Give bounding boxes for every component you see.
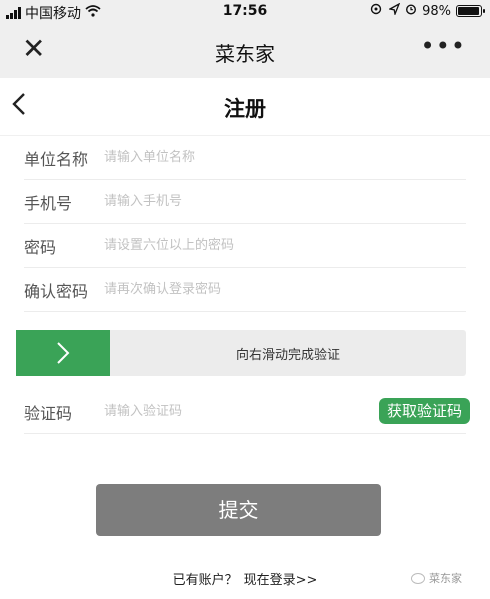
login-link[interactable]: 现在登录>> — [244, 573, 318, 588]
battery-percent: 98% — [422, 3, 451, 19]
confirm-password-input[interactable] — [104, 277, 354, 301]
phone-label: 手机号 — [24, 194, 73, 213]
confirm-password-label: 确认密码 — [24, 282, 89, 301]
wechat-icon — [411, 572, 425, 584]
code-label: 验证码 — [24, 404, 73, 423]
nav-bar: 注册 — [0, 78, 490, 136]
phone-input[interactable] — [104, 189, 354, 213]
page-title: 注册 — [224, 97, 266, 121]
get-code-button[interactable]: 获取验证码 — [378, 398, 470, 424]
phone-row: 手机号 — [24, 180, 466, 224]
company-row: 单位名称 — [24, 136, 466, 180]
confirm-password-row: 确认密码 — [24, 268, 466, 312]
location-icon — [370, 3, 384, 19]
chevron-right-icon — [57, 342, 70, 364]
alarm-icon — [405, 3, 417, 19]
company-label: 单位名称 — [24, 150, 89, 169]
status-right: 98% — [370, 2, 485, 19]
battery-icon — [456, 5, 485, 17]
slide-verification: 向右滑动完成验证 — [16, 330, 466, 376]
login-prompt: 已有账户？ — [172, 573, 238, 588]
password-label: 密码 — [24, 238, 57, 257]
slider-hint: 向右滑动完成验证 — [235, 348, 340, 363]
status-bar: 中国移动 17:56 98% — [0, 0, 490, 24]
more-dots-icon[interactable]: ••• — [421, 32, 466, 60]
password-input[interactable] — [104, 233, 354, 257]
code-row: 验证码 获取验证码 — [24, 390, 470, 434]
submit-button[interactable]: 提交 — [96, 484, 381, 536]
password-row: 密码 — [24, 224, 466, 268]
watermark: 菜东家 — [411, 570, 462, 586]
app-title: 菜东家 — [215, 42, 275, 66]
watermark-text: 菜东家 — [429, 572, 462, 585]
app-bar: ✕ 菜东家 ••• — [0, 24, 490, 78]
slider-handle[interactable] — [16, 330, 110, 376]
navigation-icon — [388, 2, 401, 19]
company-input[interactable] — [104, 145, 354, 169]
code-input[interactable] — [104, 399, 284, 423]
